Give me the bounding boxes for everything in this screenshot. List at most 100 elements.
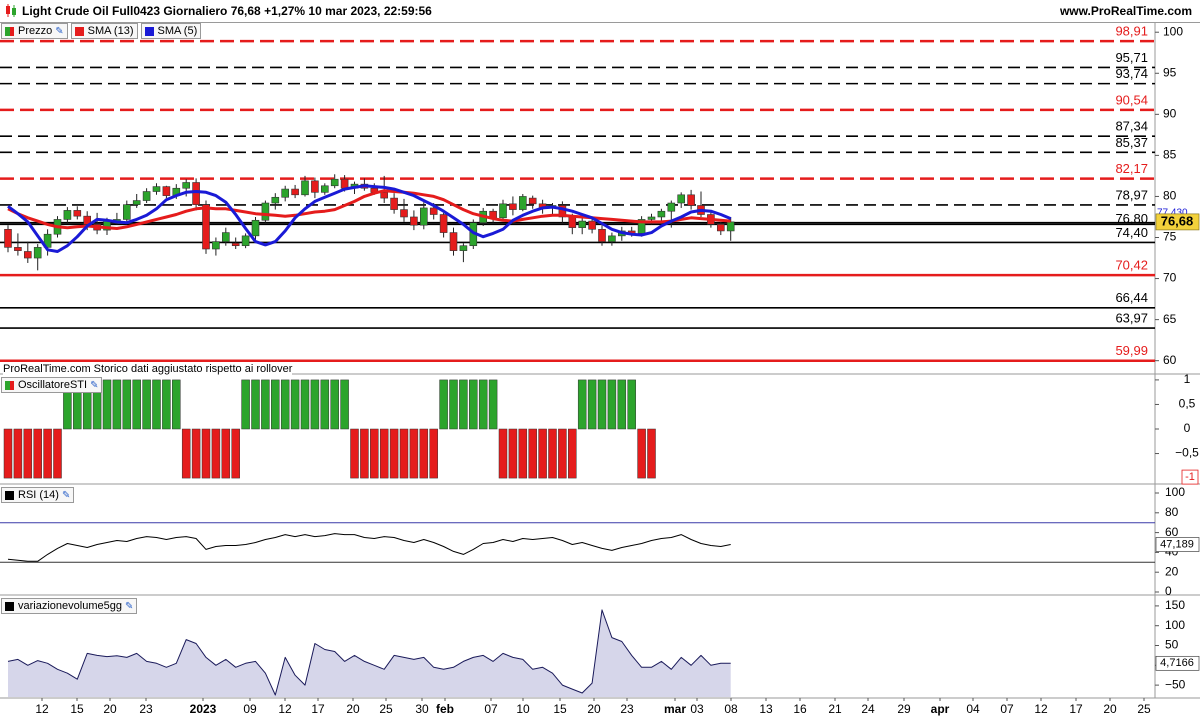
price-axis-label-3: 85 [1163, 148, 1177, 162]
x-axis-label-22: 21 [828, 702, 842, 716]
candle-body [657, 210, 666, 218]
candle-body [429, 207, 438, 215]
candle-body [677, 194, 686, 204]
rollover-note: ProRealTime.com Storico dati aggiustato … [3, 363, 293, 375]
candle-body [291, 188, 299, 196]
level-label-12: 66,44 [1115, 290, 1148, 305]
x-axis-label-31: 25 [1137, 702, 1151, 716]
sti-bar [162, 379, 171, 430]
chart-window: Light Crude Oil Full0423 Giornaliero 76,… [0, 0, 1200, 720]
sti-bar [112, 379, 122, 430]
sti-bar [637, 428, 646, 479]
sti-swatch-icon [5, 380, 14, 390]
vol-axis-label-0: 150 [1165, 598, 1185, 612]
x-axis-label-14: 15 [553, 702, 567, 716]
sti-bar [469, 379, 478, 430]
sti-bar [498, 428, 508, 479]
legend-rsi[interactable]: RSI (14) ✎ [1, 487, 75, 503]
sti-bar [142, 379, 151, 430]
level-label-4: 87,34 [1115, 119, 1148, 134]
x-axis-label-5: 09 [243, 702, 257, 716]
vol-wrench-icon[interactable]: ✎ [125, 601, 133, 612]
candle-body [222, 232, 230, 242]
x-axis-label-30: 20 [1103, 702, 1117, 716]
rsi-wrench-icon[interactable]: ✎ [62, 490, 70, 501]
sti-bar [419, 428, 429, 479]
sti-bar [152, 379, 161, 430]
legend-vol-label: variazionevolume5gg [18, 600, 122, 612]
candle-body [509, 203, 517, 210]
sti-legend: OscillatoreSTI ✎ [1, 377, 105, 393]
x-axis-label-10: 30 [415, 702, 429, 716]
sti-bar [241, 379, 250, 430]
rsi-axis-label-5: 0 [1165, 584, 1172, 598]
sti-bar [518, 428, 528, 479]
legend-sti[interactable]: OscillatoreSTI ✎ [1, 377, 103, 393]
price-axis-label-2: 90 [1163, 107, 1177, 121]
candle-body [667, 202, 676, 212]
candle-body [459, 245, 468, 251]
candle-body [439, 214, 448, 233]
sti-axis-label-1: 0,5 [1179, 397, 1196, 411]
vol-area [8, 609, 731, 697]
legend-rsi-label: RSI (14) [18, 489, 59, 501]
x-axis-label-11: feb [436, 702, 454, 716]
candle-body [340, 178, 349, 189]
x-axis-label-23: 24 [861, 702, 875, 716]
sti-bar [132, 379, 141, 430]
level-label-2: 93,74 [1115, 66, 1148, 81]
sti-bar [409, 428, 419, 479]
candle-body [23, 251, 32, 259]
candle-body [588, 220, 596, 230]
sti-bar [13, 428, 23, 479]
rsi-swatch-icon [5, 490, 14, 500]
chart-canvas[interactable]: 98,91 95,7193,74 90,54 87,3485,37 82,17 78,97… [0, 0, 1200, 720]
level-label-7: 78,97 [1115, 187, 1148, 202]
sti-bar [172, 379, 181, 430]
candle-body [251, 219, 260, 237]
x-axis-label-20: 13 [759, 702, 773, 716]
sti-wrench-icon[interactable]: ✎ [90, 380, 98, 391]
candle-body [518, 196, 527, 210]
x-axis-label-12: 07 [484, 702, 498, 716]
candle-body [73, 210, 82, 217]
sti-bar [261, 379, 270, 430]
candle-body [152, 186, 161, 192]
candle-body [132, 200, 141, 205]
x-axis-label-6: 12 [278, 702, 292, 716]
candle-body [33, 247, 42, 259]
x-axis-label-8: 20 [346, 702, 360, 716]
rsi-series [0, 522, 1155, 563]
sti-bar [558, 428, 567, 479]
x-axis-label-29: 17 [1069, 702, 1083, 716]
candle-body [162, 186, 171, 196]
sti-bar [3, 428, 13, 479]
last-price-label: 76,68 [1161, 213, 1194, 228]
candle-body [182, 182, 190, 189]
sti-bar [221, 428, 231, 479]
price-axis-label-8: 60 [1163, 353, 1177, 367]
x-axis-label-9: 25 [379, 702, 393, 716]
sti-bar [290, 379, 300, 430]
legend-vol[interactable]: variazionevolume5gg ✎ [1, 598, 138, 614]
sti-bar [300, 379, 310, 430]
candle-body [63, 210, 72, 220]
vol-last-label: 4,7166 [1160, 657, 1194, 669]
candle-body [123, 204, 131, 220]
sti-bar [399, 428, 409, 479]
level-label-10: 74,40 [1115, 225, 1148, 240]
candle-body [578, 220, 587, 228]
candle-body [202, 204, 210, 250]
vol-axis-label-4: −50 [1165, 677, 1186, 691]
x-axis-label-4: 2023 [190, 702, 217, 716]
candle-body [320, 185, 329, 193]
sti-bar [488, 379, 498, 430]
sti-bar [627, 379, 636, 430]
sti-bar [360, 428, 369, 479]
sti-bar [607, 379, 617, 430]
candle-body [261, 202, 270, 221]
sti-bar [181, 428, 191, 479]
x-axis-label-15: 20 [587, 702, 601, 716]
candle-body [687, 194, 695, 206]
sti-series [3, 379, 656, 479]
